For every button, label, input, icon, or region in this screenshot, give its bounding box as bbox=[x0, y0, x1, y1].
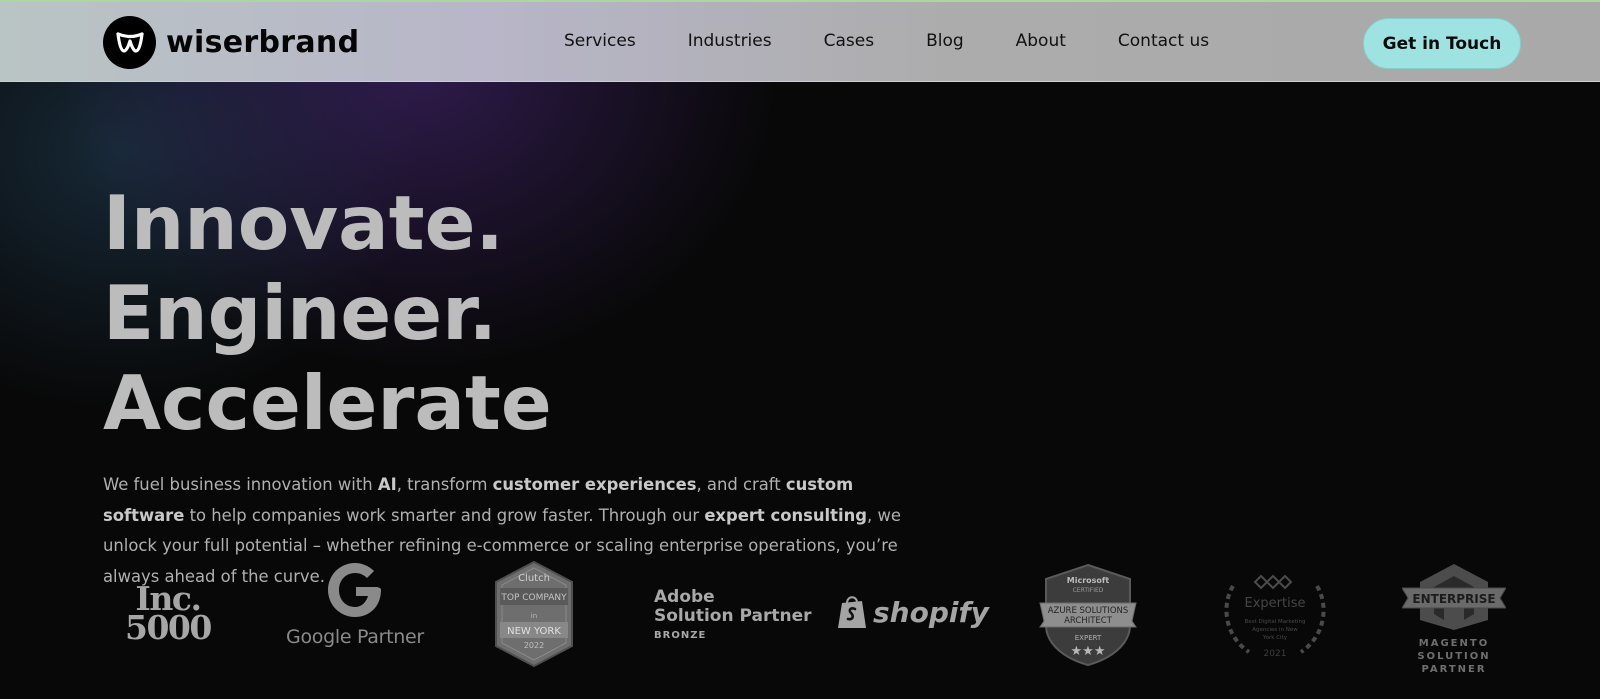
nav-item-industries[interactable]: Industries bbox=[688, 31, 772, 51]
hero-text: We fuel business innovation with bbox=[103, 475, 378, 494]
expertise-line1: Best Digital Marketing bbox=[1245, 619, 1306, 625]
expertise-award-badge: Expertise Best Digital Marketing Agencie… bbox=[1215, 570, 1335, 670]
magento-line3: PARTNER bbox=[1421, 664, 1487, 675]
shopify-bag-icon bbox=[838, 596, 866, 628]
clutch-line3: NEW YORK bbox=[507, 626, 561, 637]
clutch-line2: in bbox=[531, 612, 537, 620]
nav-item-cases[interactable]: Cases bbox=[824, 31, 874, 51]
brand-logo[interactable]: wiserbrand bbox=[103, 16, 359, 69]
hero-highlight-cx: customer experiences bbox=[492, 475, 697, 494]
nav-item-contact[interactable]: Contact us bbox=[1118, 31, 1209, 51]
nav-item-blog[interactable]: Blog bbox=[926, 31, 964, 51]
inc-5000-logo: Inc. 5000 bbox=[125, 582, 212, 647]
azure-certified: CERTIFIED bbox=[1073, 587, 1104, 594]
get-in-touch-button[interactable]: Get in Touch bbox=[1363, 18, 1521, 69]
main-nav: Services Industries Cases Blog About Con… bbox=[564, 31, 1209, 51]
hero-text: to help companies work smarter and grow … bbox=[184, 505, 705, 525]
azure-level: EXPERT bbox=[1075, 634, 1102, 642]
svg-text:★★★: ★★★ bbox=[1071, 644, 1106, 659]
magento-line2: SOLUTION bbox=[1417, 651, 1491, 662]
brand-name: wiserbrand bbox=[166, 25, 360, 60]
inc-line2: 5000 bbox=[125, 608, 212, 647]
magento-ribbon: ENTERPRISE bbox=[1412, 592, 1495, 606]
clutch-badge: Clutch TOP COMPANY in NEW YORK 2022 bbox=[492, 560, 576, 672]
google-partner-logo: Google Partner bbox=[285, 560, 425, 648]
clutch-year: 2022 bbox=[524, 641, 544, 650]
adobe-line1: Adobe bbox=[654, 587, 715, 607]
azure-brand: Microsoft bbox=[1067, 576, 1110, 585]
expertise-line3: York City bbox=[1262, 635, 1288, 641]
expertise-line2: Agencies in New bbox=[1252, 627, 1298, 633]
site-header: wiserbrand Services Industries Cases Blo… bbox=[0, 2, 1600, 82]
expertise-brand: Expertise bbox=[1245, 596, 1306, 611]
top-accent-line bbox=[0, 0, 1600, 2]
clutch-brand: Clutch bbox=[518, 573, 550, 584]
azure-line1: AZURE SOLUTIONS bbox=[1048, 606, 1129, 616]
hero-highlight-ai: AI bbox=[377, 475, 397, 494]
azure-line2: ARCHITECT bbox=[1064, 616, 1113, 626]
hero-section: Innovate. Engineer. Accelerate We fuel b… bbox=[103, 178, 913, 592]
adobe-tier: BRONZE bbox=[654, 630, 707, 641]
magento-line1: MAGENTO bbox=[1418, 638, 1490, 649]
nav-item-services[interactable]: Services bbox=[564, 31, 636, 51]
hero-text: , transform bbox=[396, 475, 493, 494]
adobe-line2: Solution Partner bbox=[654, 606, 812, 626]
hero-heading-line2: Accelerate bbox=[103, 359, 552, 447]
azure-architect-badge: Microsoft CERTIFIED AZURE SOLUTIONS ARCH… bbox=[1038, 563, 1138, 671]
hero-heading-line1: Innovate. Engineer. bbox=[103, 179, 504, 357]
shopify-logo: shopify bbox=[836, 594, 989, 630]
clutch-line1: TOP COMPANY bbox=[500, 593, 567, 603]
wiserbrand-w-icon bbox=[103, 16, 156, 69]
expertise-year: 2021 bbox=[1264, 649, 1287, 659]
hero-highlight-consulting: expert consulting bbox=[704, 505, 868, 525]
magento-enterprise-badge: ENTERPRISE MAGENTO SOLUTION PARTNER bbox=[1401, 562, 1507, 675]
google-partner-label: Google Partner bbox=[286, 626, 424, 648]
adobe-solution-partner-logo: Adobe Solution Partner BRONZE bbox=[654, 588, 812, 645]
nav-item-about[interactable]: About bbox=[1016, 31, 1066, 51]
hero-heading: Innovate. Engineer. Accelerate bbox=[103, 178, 903, 448]
partner-logos: Inc. 5000 Google Partner Clutch TOP COMP… bbox=[100, 560, 1520, 680]
hero-text: , and craft bbox=[696, 475, 786, 494]
google-g-icon bbox=[328, 563, 381, 617]
shopify-wordmark: shopify bbox=[873, 595, 989, 629]
